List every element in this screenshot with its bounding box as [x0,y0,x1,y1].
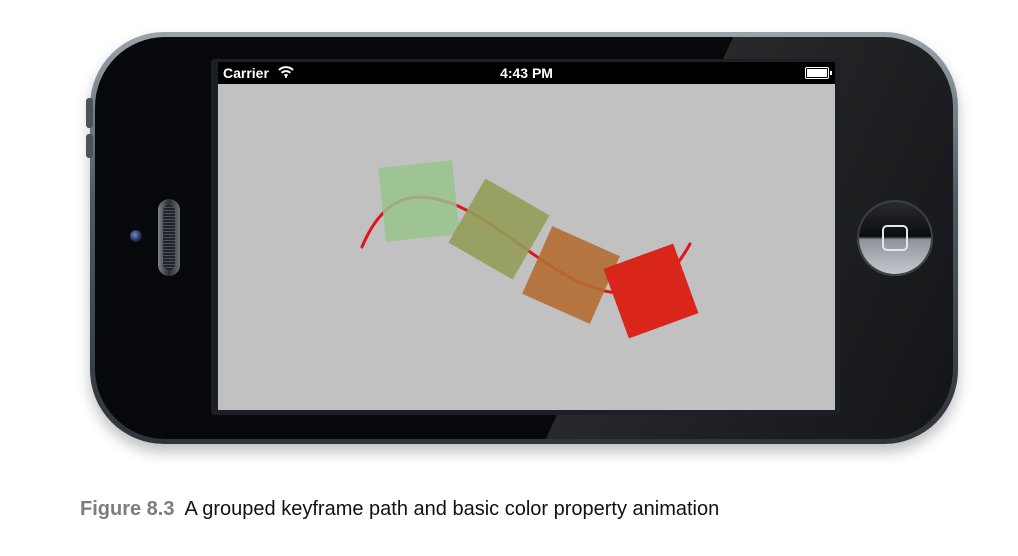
figure-caption-text: A grouped keyframe path and basic color … [184,498,720,520]
battery-fill [807,69,827,77]
animation-canvas [360,160,699,339]
earpiece-speaker [158,199,180,276]
home-button[interactable] [857,200,933,276]
figure-label: Figure 8.3 [80,498,175,520]
battery-icon [805,67,832,79]
speaker-grill [163,205,175,270]
keyframe-square-1 [378,160,460,242]
status-bar: Carrier 4:43 PM [218,62,835,84]
mute-switch [86,98,93,128]
front-camera [130,230,142,242]
figure-caption: Figure 8.3 A grouped keyframe path and ba… [80,498,719,521]
volume-button [86,134,93,158]
keyframe-square-2 [448,178,550,280]
battery-tip [830,71,832,75]
clock-time: 4:43 PM [500,65,553,81]
home-square-icon [882,225,908,251]
keyframe-square-3 [522,226,620,324]
app-screen: Carrier 4:43 PM [218,62,835,410]
